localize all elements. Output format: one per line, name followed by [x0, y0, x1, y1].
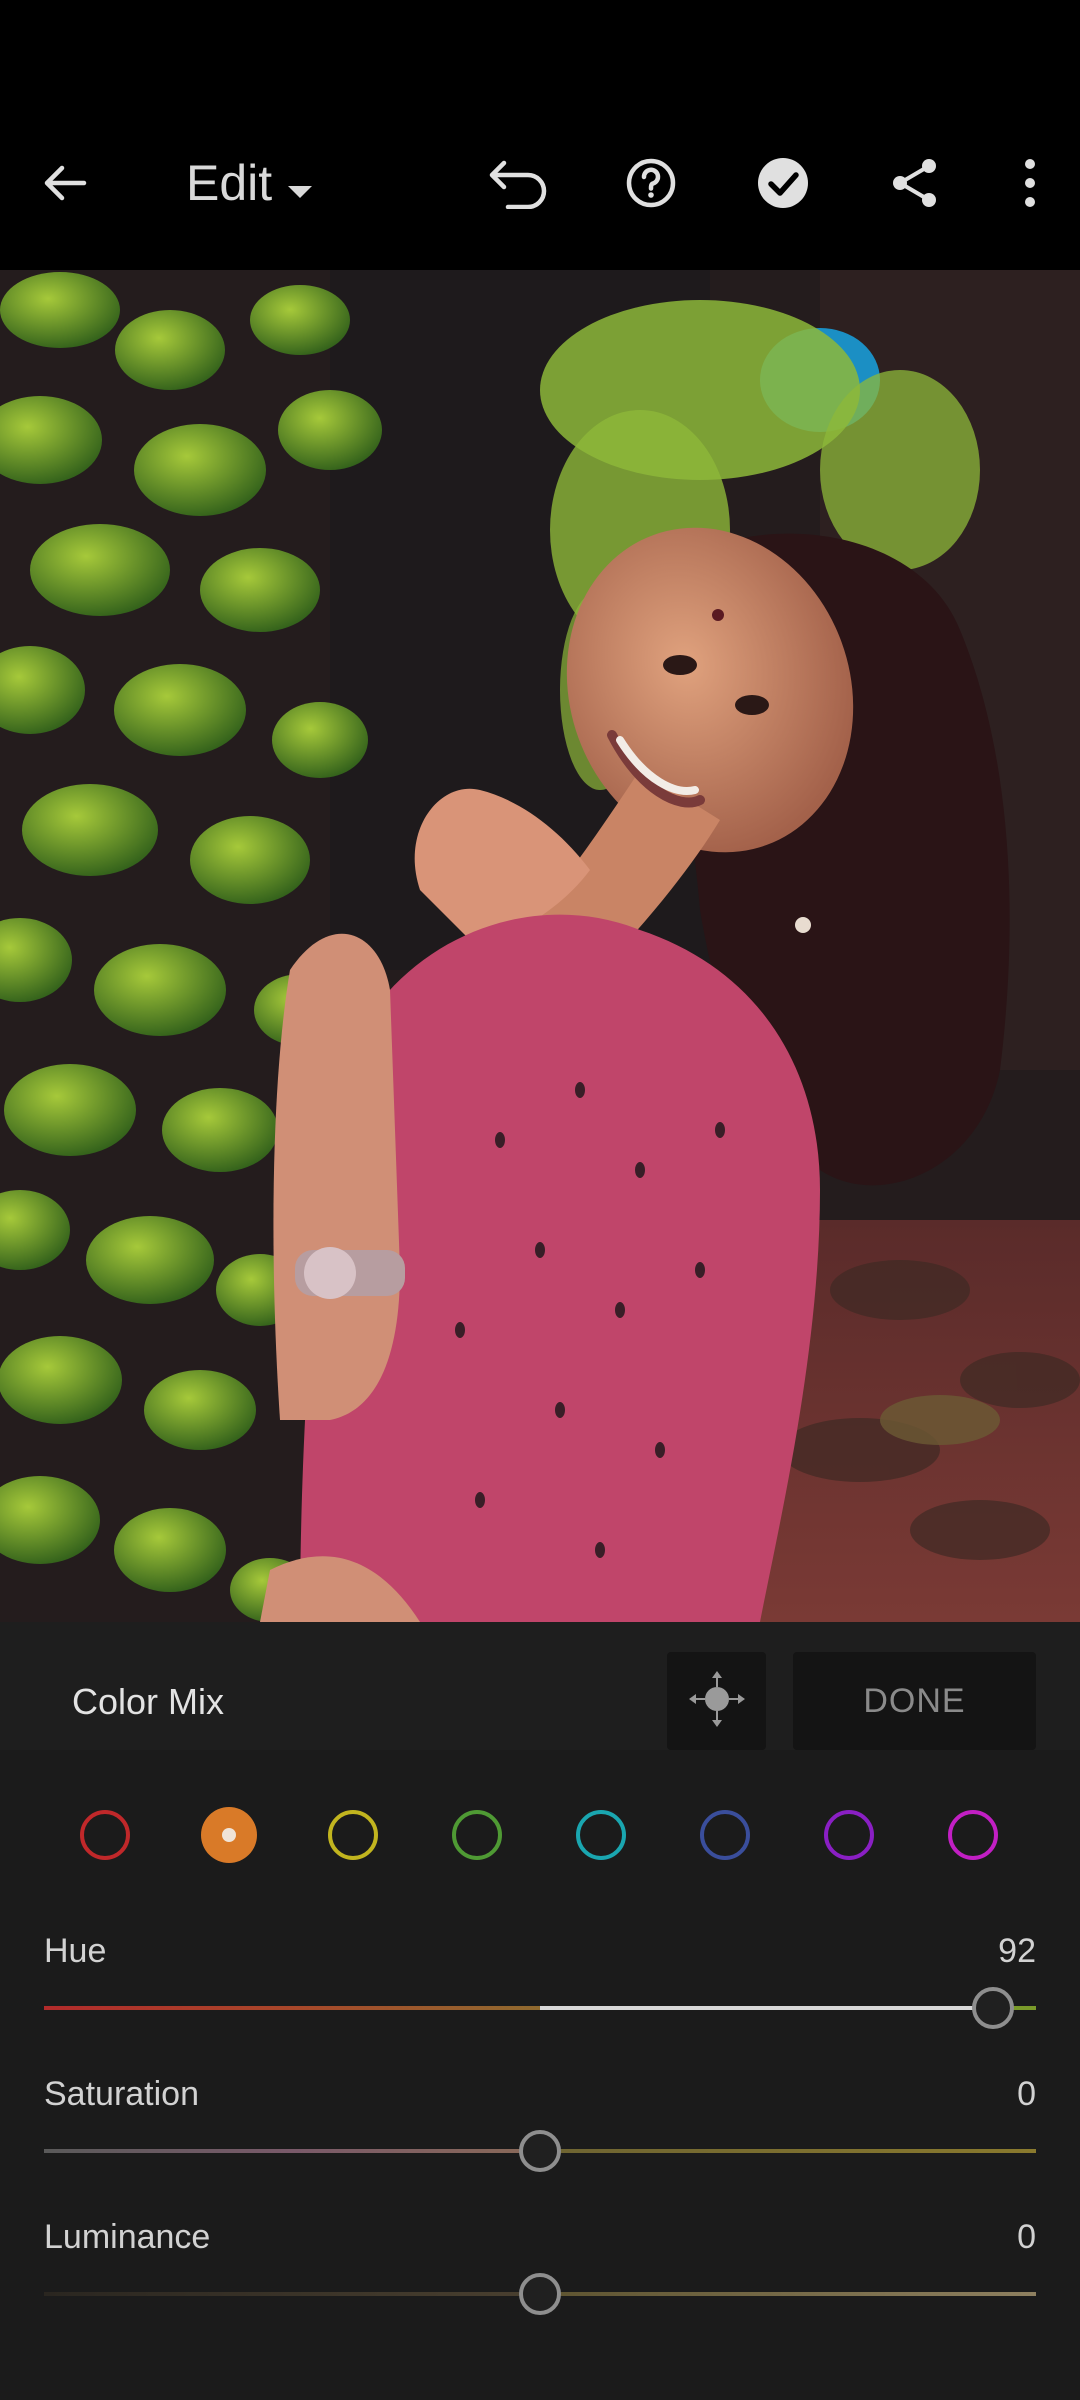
yellow-circle-icon — [328, 1810, 378, 1860]
luminance-thumb[interactable] — [519, 2273, 561, 2315]
hue-thumb[interactable] — [972, 1987, 1014, 2029]
top-toolbar: Edit — [0, 95, 1080, 270]
saturation-label: Saturation — [44, 2075, 199, 2113]
swatch-blue[interactable] — [670, 1780, 780, 1890]
swatch-aqua[interactable] — [546, 1780, 656, 1890]
purple-circle-icon — [824, 1810, 874, 1860]
more-vertical-icon[interactable] — [1000, 95, 1060, 270]
edit-mode-dropdown[interactable]: Edit — [186, 95, 314, 270]
orange-selected-icon — [201, 1807, 257, 1863]
red-circle-icon — [80, 1810, 130, 1860]
color-swatch-row — [0, 1780, 1080, 1890]
targeted-adjustment-button[interactable] — [667, 1652, 766, 1750]
photo-preview[interactable] — [0, 270, 1080, 1622]
hue-value: 92 — [998, 1932, 1036, 1970]
luminance-value: 0 — [1017, 2218, 1036, 2256]
done-button[interactable]: DONE — [793, 1652, 1036, 1750]
swatch-orange[interactable] — [174, 1780, 284, 1890]
checkmark-icon[interactable] — [738, 95, 828, 270]
swatch-magenta[interactable] — [918, 1780, 1028, 1890]
share-icon[interactable] — [870, 95, 960, 270]
hue-label: Hue — [44, 1932, 107, 1970]
help-icon[interactable] — [606, 95, 696, 270]
luminance-label: Luminance — [44, 2218, 211, 2256]
green-circle-icon — [452, 1810, 502, 1860]
swatch-yellow[interactable] — [298, 1780, 408, 1890]
hue-slider-row: Hue 92 — [44, 1932, 1036, 2042]
swatch-purple[interactable] — [794, 1780, 904, 1890]
edit-title: Edit — [186, 154, 273, 211]
back-arrow-icon[interactable] — [20, 95, 110, 270]
undo-icon[interactable] — [474, 95, 564, 270]
aqua-circle-icon — [576, 1810, 626, 1860]
dropdown-caret-icon — [286, 154, 314, 212]
swatch-green[interactable] — [422, 1780, 532, 1890]
saturation-thumb[interactable] — [519, 2130, 561, 2172]
targeted-adjustment-icon — [685, 1667, 749, 1736]
saturation-value: 0 — [1017, 2075, 1036, 2113]
color-mix-title: Color Mix — [72, 1681, 225, 1722]
saturation-slider-row: Saturation 0 — [44, 2075, 1036, 2185]
status-bar — [0, 0, 1080, 95]
blue-circle-icon — [700, 1810, 750, 1860]
luminance-slider-row: Luminance 0 — [44, 2218, 1036, 2328]
hue-track[interactable] — [44, 2006, 1036, 2010]
swatch-red[interactable] — [50, 1780, 160, 1890]
magenta-circle-icon — [948, 1810, 998, 1860]
